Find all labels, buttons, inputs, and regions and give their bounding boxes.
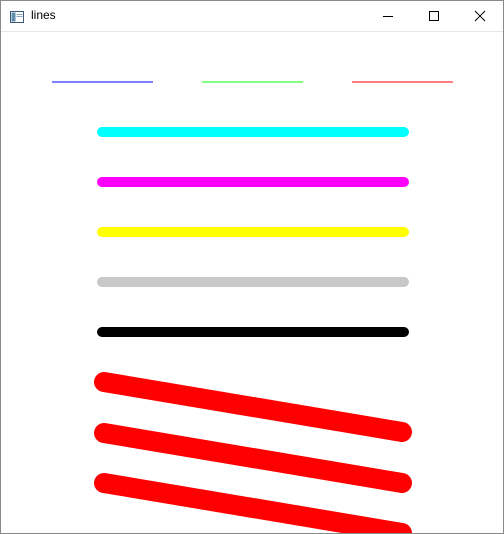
lines-canvas: [52, 81, 453, 533]
app-window: lines: [0, 0, 504, 534]
minimize-button[interactable]: [365, 1, 411, 31]
minimize-icon: [383, 16, 393, 17]
title-bar[interactable]: lines: [1, 1, 503, 32]
window-title: lines: [31, 8, 56, 22]
drawing-area: [1, 32, 503, 533]
diagonal-line-3: [94, 473, 412, 533]
maximize-icon: [429, 11, 439, 21]
close-icon: [474, 10, 486, 22]
close-button[interactable]: [457, 1, 503, 31]
app-window-icon: [10, 10, 24, 23]
diagonal-line-2: [94, 423, 412, 493]
diagonal-line-1: [94, 372, 412, 442]
maximize-button[interactable]: [411, 1, 457, 31]
